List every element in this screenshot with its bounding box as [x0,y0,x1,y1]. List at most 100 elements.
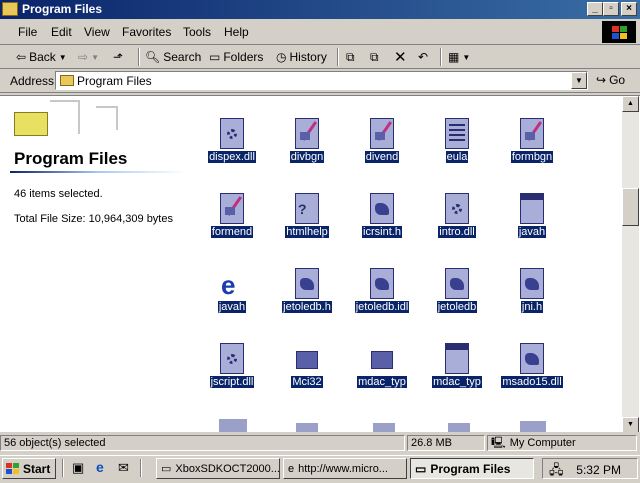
undo-icon: ↶ [418,50,429,64]
file-item[interactable]: eula [418,118,496,190]
file-item[interactable]: msado15.dll [493,343,571,415]
menu-view[interactable]: View [84,25,110,39]
total-file-size: Total File Size: 10,964,309 bytes [14,213,173,225]
address-dropdown-button[interactable]: ▼ [571,72,587,89]
copy-to-button[interactable]: ⧉ [370,48,379,66]
file-item[interactable]: mdac_typ [343,343,421,415]
toolbar-separator [138,48,140,66]
file-item[interactable]: divend [343,118,421,190]
task-label: Program Files [430,461,511,476]
history-button[interactable]: ◷ History [276,48,327,66]
views-button[interactable]: ▦ ▼ [448,48,470,66]
file-name: mdac_typ [357,376,407,388]
taskbar-separator [62,459,64,477]
file-item[interactable]: ? htmlhelp [268,193,346,265]
file-item[interactable]: intro.dll [418,193,496,265]
file-icon [517,193,547,225]
file-icon[interactable] [448,423,470,432]
browser-icon: e [288,462,295,475]
menu-help[interactable]: Help [224,25,249,39]
views-icon: ▦ [448,50,460,64]
file-name: jetoledb [436,301,478,313]
file-icon[interactable] [219,419,247,432]
minimize-button[interactable]: _ [587,2,603,16]
file-icon[interactable] [520,421,546,432]
scroll-thumb[interactable] [622,188,639,226]
file-item[interactable]: jetoledb.idl [343,268,421,340]
status-bar: 56 object(s) selected 26.8 MB 🖳 My Compu… [0,433,640,453]
file-name: jni.h [520,301,544,313]
file-name: divend [364,151,400,163]
decorative-frame [96,106,118,130]
file-name: Mci32 [291,376,323,388]
file-item[interactable]: divbgn [268,118,346,190]
file-icon[interactable] [373,423,395,432]
search-button[interactable]: 🔍︎ Search [145,48,201,66]
menu-edit[interactable]: Edit [51,25,72,39]
file-name: icrsint.h [362,226,402,238]
file-item[interactable]: jscript.dll [193,343,271,415]
file-item[interactable]: dispex.dll [193,118,271,190]
file-icon [367,193,397,225]
outlook-express-icon[interactable]: ✉ [118,460,129,476]
forward-button[interactable]: ⇨ ▼ [78,48,99,66]
file-item[interactable]: jetoledb.h [268,268,346,340]
file-icon[interactable] [296,423,318,432]
menu-favorites[interactable]: Favorites [122,25,171,39]
file-icon [517,268,547,300]
file-item[interactable]: Mci32 [268,343,346,415]
close-button[interactable]: × [621,2,637,16]
file-label: formend [193,226,271,238]
menu-tools[interactable]: Tools [183,25,211,39]
file-label: intro.dll [418,226,496,238]
up-folder-button[interactable]: ⬏ [113,48,123,66]
folder-icon: ▭ [415,461,427,476]
vertical-scrollbar[interactable]: ▲ ▼ [622,96,639,432]
file-label: jni.h [493,301,571,313]
maximize-button[interactable]: ▫ [603,2,619,16]
internet-explorer-icon[interactable]: e [96,459,104,475]
status-size: 26.8 MB [407,435,485,451]
forward-dropdown-icon[interactable]: ▼ [91,53,99,62]
views-dropdown-icon[interactable]: ▼ [462,53,470,62]
file-item[interactable]: javah [493,193,571,265]
start-button[interactable]: Start [2,458,56,479]
file-name: htmlhelp [285,226,329,238]
folders-label: Folders [223,50,264,64]
web-view-pane: Program Files 46 items selected. Total F… [0,96,200,432]
back-dropdown-icon[interactable]: ▼ [59,53,67,62]
delete-button[interactable]: ✕ [394,48,407,66]
file-item[interactable]: formend [193,193,271,265]
windows-flag-icon [6,462,20,475]
menu-file[interactable]: File [18,25,37,39]
folders-button[interactable]: ▭ Folders [209,48,263,66]
file-name: divbgn [289,151,325,163]
move-to-button[interactable]: ⧉ [346,48,355,66]
system-tray: 🖧 5:32 PM [542,458,638,479]
file-item[interactable]: mdac_typ [418,343,496,415]
taskbar-button-browser[interactable]: e http://www.micro... [283,458,407,479]
folders-icon: ▭ [209,50,221,64]
address-input[interactable]: Program Files ▼ [55,71,588,90]
search-icon: 🔍︎ [145,50,161,64]
show-desktop-icon[interactable]: ▣ [72,460,84,476]
file-item[interactable]: jetoledb [418,268,496,340]
scroll-up-button[interactable]: ▲ [622,96,639,112]
taskbar-button-program-files[interactable]: ▭ Program Files [410,458,534,479]
clock[interactable]: 5:32 PM [576,463,621,477]
file-item[interactable]: formbgn [493,118,571,190]
title-bar[interactable]: Program Files _ ▫ × [0,0,640,19]
undo-button[interactable]: ↶ [418,48,428,66]
file-item[interactable]: e javah [193,268,271,340]
file-icon: e [221,270,236,300]
back-button[interactable]: ⇦ Back ▼ [16,48,67,66]
file-item[interactable]: icrsint.h [343,193,421,265]
taskbar-button-xbox-sdk[interactable]: ▭ XboxSDKOCT2000... [156,458,280,479]
file-item[interactable]: jni.h [493,268,571,340]
file-label: jetoledb [418,301,496,313]
scroll-down-button[interactable]: ▼ [622,417,639,432]
toolbar-separator [337,48,339,66]
file-label: icrsint.h [343,226,421,238]
go-button[interactable]: ↪ Go [596,73,625,87]
go-label: Go [609,73,626,87]
